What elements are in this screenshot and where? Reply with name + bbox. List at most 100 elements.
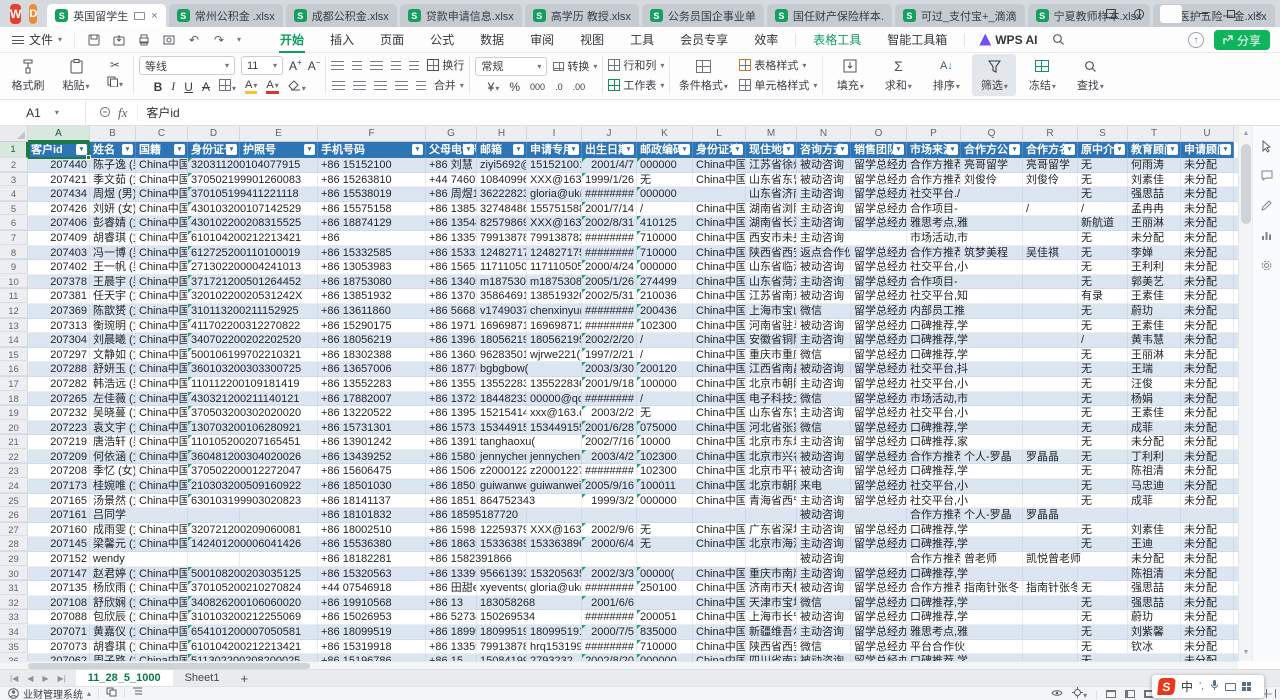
number-format-select[interactable]: 常规▾ — [475, 57, 547, 76]
cell[interactable]: 西安市未央 — [746, 231, 797, 246]
cell[interactable]: 370105200210270824 — [188, 581, 240, 596]
cell[interactable]: 杨娟 — [1128, 392, 1181, 407]
cell[interactable]: 任天宇 (女 — [90, 289, 136, 304]
filter-dropdown-icon[interactable]: ▾ — [893, 144, 904, 155]
cell[interactable]: 未分配 — [1181, 231, 1234, 246]
cell[interactable]: 未分配 — [1181, 333, 1234, 348]
cell[interactable]: 未分配 — [1181, 187, 1234, 202]
cell[interactable]: 丁利利 — [1128, 450, 1181, 465]
cell[interactable] — [961, 260, 1023, 275]
cell[interactable]: 蔚玏 — [1128, 610, 1181, 625]
cell[interactable] — [961, 610, 1023, 625]
cell[interactable]: 王素佳 — [1128, 289, 1181, 304]
cell[interactable]: +86 1565399710 — [426, 260, 477, 275]
cell[interactable]: 799138782 — [477, 231, 527, 246]
cell[interactable]: China中国 — [136, 435, 188, 450]
document-tab[interactable]: S高学历 教授.xlsx — [525, 4, 639, 27]
cell[interactable]: 亮哥留学 — [961, 158, 1023, 173]
cell[interactable]: 无 — [1078, 275, 1128, 290]
cell[interactable]: 陕西省西安 — [746, 640, 797, 655]
strikethrough-button[interactable]: A — [202, 80, 210, 94]
cell[interactable] — [693, 552, 746, 567]
cell[interactable]: 吴佳祺 — [1023, 246, 1078, 261]
row-number[interactable]: 36 — [0, 654, 28, 661]
align-center-icon[interactable] — [353, 81, 366, 90]
cell[interactable]: 207152 — [28, 552, 90, 567]
cell[interactable]: 舒妍玉 (女 — [90, 362, 136, 377]
row-number[interactable]: 15 — [0, 348, 28, 362]
cell[interactable]: 207165 — [28, 494, 90, 509]
cell[interactable]: 汤景然 (女 — [90, 494, 136, 509]
cell[interactable]: China中国 — [136, 333, 188, 348]
cell[interactable]: 2002/3/3 — [582, 567, 637, 582]
cell[interactable]: 留学总经办 — [851, 625, 907, 640]
cell[interactable]: China中国 — [136, 406, 188, 421]
cell[interactable] — [582, 508, 637, 523]
system-menu[interactable]: 业财管理系统 ▴ — [8, 686, 91, 700]
cell[interactable]: +86 1354402198 — [426, 216, 477, 231]
menu-item-3[interactable]: 公式 — [417, 27, 467, 53]
cell[interactable] — [961, 377, 1023, 392]
cell[interactable] — [637, 508, 693, 523]
cell[interactable]: 来电 — [797, 479, 851, 494]
thousand-separator-button[interactable]: 000 — [530, 82, 545, 92]
cell[interactable]: 200120 — [637, 362, 693, 377]
cell[interactable] — [1023, 275, 1078, 290]
cell[interactable]: China中国 — [693, 523, 746, 538]
cell[interactable]: 无 — [1078, 464, 1128, 479]
cell[interactable]: 留学总经办 — [851, 640, 907, 655]
select-all-corner[interactable] — [0, 126, 28, 142]
cell[interactable]: China中国 — [136, 479, 188, 494]
context-menu-item-0[interactable]: 表格工具 — [800, 27, 874, 53]
cell[interactable]: 430321200211140121 — [188, 392, 240, 407]
document-tab[interactable]: S可过_支付宝+_滴滴 — [895, 4, 1025, 27]
cell[interactable]: China中国 — [693, 202, 746, 217]
filter-dropdown-icon[interactable]: ▾ — [304, 144, 315, 155]
cell[interactable]: China中国 — [693, 494, 746, 509]
row-number[interactable]: 22 — [0, 450, 28, 464]
cell[interactable] — [136, 508, 188, 523]
row-number[interactable]: 3 — [0, 173, 28, 187]
cell[interactable]: 无 — [1078, 450, 1128, 465]
cell[interactable]: 罗晶晶 — [1023, 508, 1078, 523]
cell[interactable]: +86 17882007 — [318, 392, 426, 407]
font-color-button[interactable]: A▾ — [266, 80, 278, 94]
cell[interactable]: 180562195 — [477, 333, 527, 348]
cell[interactable]: China中国 — [693, 596, 746, 611]
cell[interactable]: 未分配 — [1181, 304, 1234, 319]
cell[interactable]: +86 13851932 — [318, 289, 426, 304]
cell[interactable]: 无 — [637, 537, 693, 552]
cell[interactable]: 陈子逸 (男 — [90, 158, 136, 173]
cell[interactable]: / — [637, 392, 693, 407]
cell[interactable]: 留学总经办 — [851, 319, 907, 334]
eye-protect-icon[interactable]: ▾ — [1072, 687, 1087, 700]
cell[interactable]: +86 1335925706 — [426, 231, 477, 246]
cell[interactable]: +86 18141137 — [318, 494, 426, 509]
cell[interactable]: 未分配 — [1181, 610, 1234, 625]
minimize-button[interactable] — [1196, 7, 1210, 21]
cell[interactable]: +86 15536380 — [318, 537, 426, 552]
filter-dropdown-icon[interactable]: ▾ — [1220, 144, 1231, 155]
cell[interactable]: 无 — [1078, 523, 1128, 538]
cell[interactable]: 207108 — [28, 596, 90, 611]
cell[interactable]: 410125 — [637, 216, 693, 231]
filter-dropdown-icon[interactable]: ▾ — [1009, 144, 1020, 155]
close-button[interactable]: × — [1252, 7, 1266, 21]
formula-input[interactable]: 客户id — [137, 105, 179, 121]
cell[interactable]: 吕同学 — [90, 508, 136, 523]
cell[interactable]: China中国 — [693, 610, 746, 625]
cell[interactable]: 主动咨询 — [797, 494, 851, 509]
cell[interactable]: 340702200202202520 — [188, 333, 240, 348]
cell[interactable]: 117110505 — [527, 260, 582, 275]
cell[interactable]: China中国 — [693, 421, 746, 436]
italic-button[interactable]: I — [171, 79, 175, 94]
cell[interactable]: 00000( — [637, 567, 693, 582]
cell[interactable]: ziyi5692@( — [477, 158, 527, 173]
cell[interactable]: 黄嘉仪 (女 — [90, 625, 136, 640]
cell[interactable] — [637, 596, 693, 611]
cell[interactable]: 2000/6/4 — [582, 537, 637, 552]
cell[interactable] — [961, 304, 1023, 319]
cell[interactable]: 未分配 — [1181, 450, 1234, 465]
cell[interactable]: 平台合作伙 — [907, 640, 961, 655]
pointer-icon[interactable] — [1259, 140, 1275, 156]
